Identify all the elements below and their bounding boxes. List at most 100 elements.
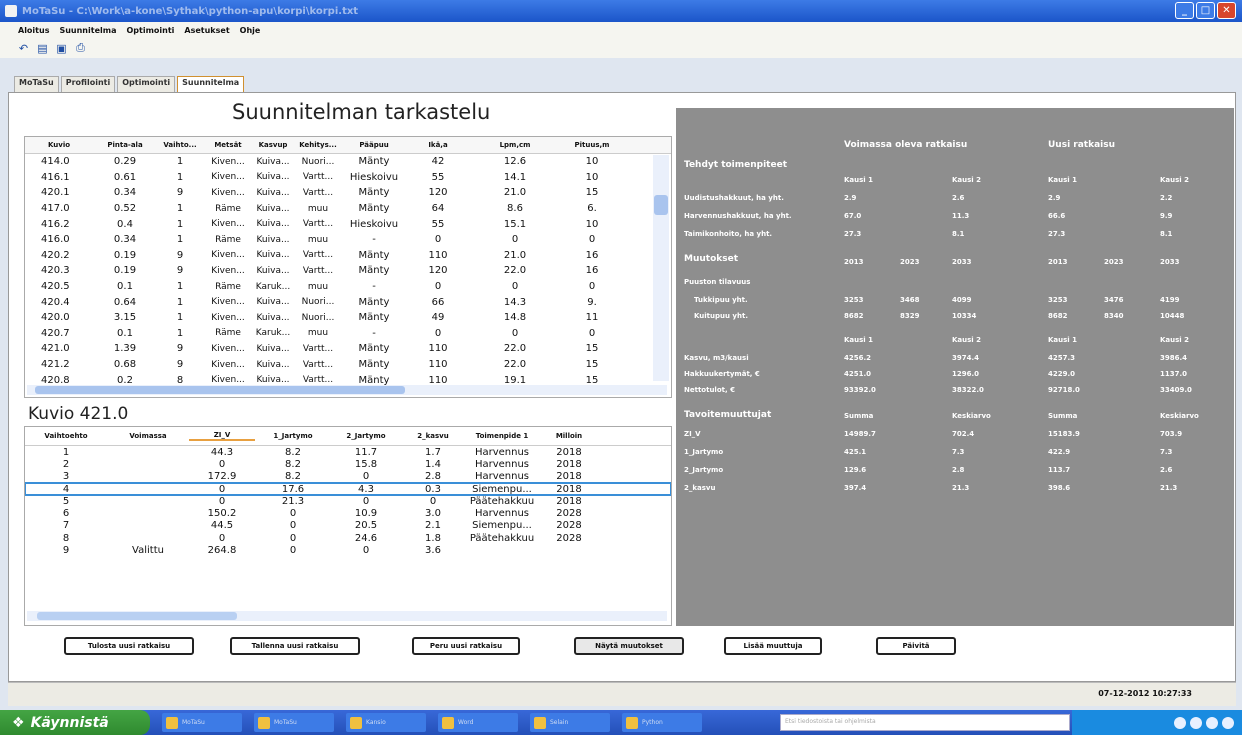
table-cell: 0.64 [113, 296, 137, 308]
back-icon[interactable]: ↶ [16, 41, 31, 56]
menu-suunnitelma[interactable]: Suunnitelma [59, 26, 116, 35]
table-row[interactable]: 420.7 0.1 1 Räme Karuk... muu - 0 0 0 [25, 326, 671, 342]
peru-button[interactable]: Peru uusi ratkaisu [412, 637, 520, 655]
tab-optimointi[interactable]: Optimointi [117, 76, 176, 92]
table-row[interactable]: 421.0 1.39 9 Kiven... Kuiva... Vartt... Mänty 1… [25, 341, 671, 357]
table-cell: Päätehakkuu [469, 495, 535, 507]
col-kuvio[interactable]: Kuvio [25, 141, 93, 149]
table-row[interactable]: 420.5 0.1 1 Räme Karuk... muu - 0 0 0 [25, 279, 671, 295]
tab-suunnitelma[interactable]: Suunnitelma [177, 76, 245, 92]
table-row[interactable]: 7 44.5 0 20.5 2.1 Siemenpu... 2028 [25, 520, 671, 532]
table-row[interactable]: 3 172.9 8.2 0 2.8 Harvennus 2018 [25, 471, 671, 483]
col-vaihto[interactable]: Vaihto... [157, 141, 203, 149]
hscroll-thumb[interactable] [37, 612, 237, 620]
table-row[interactable]: 5 0 21.3 0 0 Päätehakkuu 2018 [25, 495, 671, 507]
close-button[interactable]: ✕ [1217, 2, 1236, 19]
col-pinta-ala[interactable]: Pinta-ala [93, 141, 157, 149]
col-milloin[interactable]: Milloin [539, 432, 599, 440]
col-lpm[interactable]: Lpm,cm [471, 141, 559, 149]
table-row[interactable]: 420.4 0.64 1 Kiven... Kuiva... Nuori... Mänty 6… [25, 294, 671, 310]
table-row[interactable]: 420.2 0.19 9 Kiven... Kuiva... Vartt... Mänty 1… [25, 248, 671, 264]
taskbar-item[interactable]: Python [622, 713, 702, 732]
tab-motasu[interactable]: MoTaSu [14, 76, 59, 92]
table-cell: Räme [215, 234, 241, 245]
plan-table-vscroll[interactable] [653, 155, 669, 381]
menu-aloitus[interactable]: Aloitus [18, 26, 49, 35]
table-row[interactable]: 420.1 0.34 9 Kiven... Kuiva... Vartt... Mänty 1… [25, 185, 671, 201]
taskbar-search-input[interactable]: Etsi tiedostoista tai ohjelmista [780, 714, 1070, 731]
table-row[interactable]: 416.2 0.4 1 Kiven... Kuiva... Vartt... Hieskoi… [25, 216, 671, 232]
menu-ohje[interactable]: Ohje [240, 26, 261, 35]
col-ika[interactable]: Ikä,a [405, 141, 471, 149]
menu-asetukset[interactable]: Asetukset [184, 26, 229, 35]
maximize-button[interactable]: □ [1196, 2, 1215, 19]
start-button[interactable]: ❖ Käynnistä [0, 710, 150, 735]
minimize-button[interactable]: _ [1175, 2, 1194, 19]
taskbar-item[interactable]: Kansio [346, 713, 426, 732]
table-cell: 110 [428, 359, 448, 371]
col-1-jartymo[interactable]: 1_Jartymo [255, 432, 331, 440]
table-row[interactable]: 416.0 0.34 1 Räme Kuiva... muu - 0 0 0 [25, 232, 671, 248]
jartymo-2-value: 2.6 [1160, 466, 1173, 474]
col-voimassa[interactable]: Voimassa [107, 432, 189, 440]
vscroll-thumb[interactable] [654, 195, 668, 215]
nettotulot-value: 93392.0 [844, 386, 876, 394]
menu-optimointi[interactable]: Optimointi [126, 26, 174, 35]
alt-table-hscroll[interactable] [27, 611, 667, 621]
taskbar-item[interactable]: Word [438, 713, 518, 732]
paivita-button[interactable]: Päivitä [876, 637, 956, 655]
kasvu-value: 3974.4 [952, 354, 980, 362]
col-zi-v[interactable]: ZI_V [189, 431, 255, 441]
table-row[interactable]: 8 0 0 24.6 1.8 Päätehakkuu 2028 [25, 532, 671, 544]
col-kehitys[interactable]: Kehitys... [293, 141, 343, 149]
network-icon[interactable] [1190, 716, 1202, 729]
volume-icon[interactable] [1206, 716, 1218, 729]
table-cell: Harvennus [474, 508, 530, 520]
table-row[interactable]: 9 Valittu 264.8 0 0 3.6 [25, 544, 671, 556]
table-row[interactable]: 6 150.2 0 10.9 3.0 Harvennus 2028 [25, 507, 671, 519]
table-row[interactable]: 414.0 0.29 1 Kiven... Kuiva... Nuori... Mänty 4… [25, 154, 671, 170]
table-cell: Siemenpu... [472, 520, 532, 532]
table-row[interactable]: 1 44.3 8.2 11.7 1.7 Harvennus 2018 [25, 446, 671, 458]
col-pituus[interactable]: Pituus,m [559, 141, 625, 149]
table-cell: Mänty [358, 156, 390, 168]
table-cell: 55 [431, 218, 445, 230]
table-cell: Kiven... [211, 219, 245, 230]
tulosta-button[interactable]: Tulosta uusi ratkaisu [64, 637, 194, 655]
table-row[interactable]: 417.0 0.52 1 Räme Kuiva... muu Mänty 64 8.6 6. [25, 201, 671, 217]
table-row[interactable]: 416.1 0.61 1 Kiven... Kuiva... Vartt... Hiesko… [25, 170, 671, 186]
plan-table-hscroll[interactable] [27, 385, 667, 395]
table-row[interactable]: 421.2 0.68 9 Kiven... Kuiva... Vartt... Mänty 1… [25, 357, 671, 373]
tallenna-button[interactable]: Tallenna uusi ratkaisu [230, 637, 360, 655]
tab-profilointi[interactable]: Profilointi [60, 76, 116, 92]
lisaa-muuttuja-button[interactable]: Lisää muuttuja [724, 637, 822, 655]
nayta-muutokset-button[interactable]: Näytä muutokset [574, 637, 684, 655]
col-vaihtoehto[interactable]: Vaihtoehto [25, 432, 107, 440]
col-metsat[interactable]: Metsät [203, 141, 253, 149]
save-icon[interactable]: ▣ [54, 41, 69, 56]
table-row[interactable]: 2 0 8.2 15.8 1.4 Harvennus 2018 [25, 458, 671, 470]
taskbar-item[interactable]: MoTaSu [162, 713, 242, 732]
col-2-jartymo[interactable]: 2_Jartymo [331, 432, 401, 440]
window-titlebar[interactable]: MoTaSu - C:\Work\a-kone\Sythak\python-ap… [0, 0, 1242, 22]
table-row[interactable]: 420.0 3.15 1 Kiven... Kuiva... Nuori... Mänty 4… [25, 310, 671, 326]
clock-icon[interactable] [1222, 716, 1234, 729]
search-icon[interactable] [1174, 716, 1186, 729]
col-2-kasvu[interactable]: 2_kasvu [401, 432, 465, 440]
table-row[interactable]: 4 0 17.6 4.3 0.3 Siemenpu... 2018 [25, 481, 671, 497]
table-cell: Hieskoivu [349, 218, 399, 230]
taskbar-item[interactable]: MoTaSu [254, 713, 334, 732]
col-paapuu[interactable]: Pääpuu [343, 141, 405, 149]
page-title: Suunnitelman tarkastelu [232, 100, 491, 124]
table-cell: 15 [585, 343, 599, 355]
open-icon[interactable]: ▤ [35, 41, 50, 56]
hscroll-thumb[interactable] [35, 386, 405, 394]
table-cell: 0 [511, 281, 519, 293]
table-cell: Kiven... [211, 359, 245, 370]
col-kasvup[interactable]: Kasvup [253, 141, 293, 149]
table-cell: Mänty [358, 359, 390, 371]
col-toimenpide[interactable]: Toimenpide 1 [465, 432, 539, 440]
taskbar-item[interactable]: Selain [530, 713, 610, 732]
print-icon[interactable]: ⎙ [73, 41, 88, 56]
table-row[interactable]: 420.3 0.19 9 Kiven... Kuiva... Vartt... Mänty 1… [25, 263, 671, 279]
